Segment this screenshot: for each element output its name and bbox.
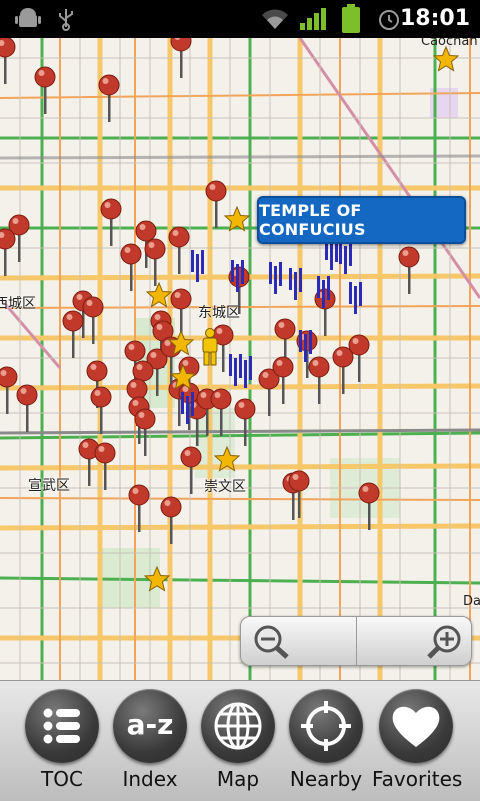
map-pin[interactable] bbox=[94, 442, 116, 490]
nav-nearby-button[interactable]: Nearby bbox=[282, 687, 370, 797]
map-pin[interactable] bbox=[34, 66, 56, 114]
map-pin[interactable] bbox=[168, 226, 190, 274]
map-pin[interactable] bbox=[128, 484, 150, 532]
map-pin[interactable] bbox=[170, 38, 192, 78]
sight-star-marker[interactable] bbox=[144, 566, 170, 592]
sight-star-marker[interactable] bbox=[433, 46, 459, 72]
map-pin[interactable] bbox=[234, 398, 256, 446]
map-pin[interactable] bbox=[90, 386, 112, 434]
place-label-da: Da bbox=[463, 594, 480, 609]
current-location-person-icon[interactable] bbox=[198, 328, 222, 366]
district-label-chongwen: 崇文区 bbox=[204, 479, 246, 495]
map-pin[interactable] bbox=[144, 238, 166, 286]
list-icon bbox=[43, 708, 80, 744]
restaurant-fork-marker[interactable] bbox=[180, 392, 198, 426]
clock: 18:01 bbox=[399, 6, 470, 31]
nav-toc-button[interactable]: TOC bbox=[18, 687, 106, 797]
nav-favorites-label: Favorites bbox=[372, 767, 463, 791]
android-debug-icon bbox=[15, 8, 41, 27]
nav-index-label: Index bbox=[122, 767, 178, 791]
map-pin[interactable] bbox=[398, 246, 420, 294]
bottom-nav: TOC a-z Index Map Nearby Favorites bbox=[0, 680, 480, 801]
restaurant-fork-marker[interactable] bbox=[338, 242, 356, 276]
crosshair-icon bbox=[301, 701, 351, 751]
map-pin[interactable] bbox=[210, 388, 232, 436]
battery-icon bbox=[342, 4, 360, 33]
globe-icon bbox=[214, 702, 262, 750]
map-pin[interactable] bbox=[0, 228, 16, 276]
map-pin[interactable] bbox=[288, 470, 310, 518]
signal-icon bbox=[300, 8, 326, 30]
restaurant-fork-marker[interactable] bbox=[238, 356, 256, 390]
map-pin[interactable] bbox=[358, 482, 380, 530]
alarm-icon bbox=[379, 10, 399, 30]
map-pin[interactable] bbox=[0, 38, 16, 84]
restaurant-fork-marker[interactable] bbox=[298, 330, 316, 364]
map-pin[interactable] bbox=[82, 296, 104, 344]
map-pin[interactable] bbox=[100, 198, 122, 246]
sight-star-marker[interactable] bbox=[146, 282, 172, 308]
nav-toc-label: TOC bbox=[41, 767, 83, 791]
zoom-in-icon bbox=[427, 625, 461, 659]
az-icon: a-z bbox=[127, 708, 174, 741]
map-pin[interactable] bbox=[134, 408, 156, 456]
restaurant-fork-marker[interactable] bbox=[316, 276, 334, 310]
sight-star-marker[interactable] bbox=[224, 206, 250, 232]
nav-favorites-button[interactable]: Favorites bbox=[372, 687, 463, 797]
map-pin[interactable] bbox=[348, 334, 370, 382]
sight-star-marker[interactable] bbox=[214, 446, 240, 472]
restaurant-fork-marker[interactable] bbox=[230, 260, 248, 294]
restaurant-fork-marker[interactable] bbox=[348, 282, 366, 316]
nav-map-button[interactable]: Map bbox=[194, 687, 282, 797]
district-label-xuanwu: 宣武区 bbox=[28, 478, 70, 494]
zoom-out-button[interactable] bbox=[241, 617, 356, 665]
usb-icon bbox=[59, 9, 73, 31]
map-pin[interactable] bbox=[62, 310, 84, 358]
zoom-control bbox=[240, 616, 472, 666]
sight-star-marker[interactable] bbox=[168, 330, 194, 356]
nav-nearby-label: Nearby bbox=[289, 767, 363, 791]
restaurant-fork-marker[interactable] bbox=[288, 268, 306, 302]
status-bar: 18:01 bbox=[0, 0, 480, 38]
map-pin[interactable] bbox=[16, 384, 38, 432]
nav-map-label: Map bbox=[216, 767, 260, 791]
heart-icon bbox=[392, 706, 440, 747]
map-pin[interactable] bbox=[120, 243, 142, 291]
zoom-in-button[interactable] bbox=[356, 617, 472, 665]
map-pin[interactable] bbox=[160, 496, 182, 544]
zoom-out-icon bbox=[254, 625, 289, 659]
map-pin[interactable] bbox=[272, 356, 294, 404]
poi-callout-temple-of-confucius[interactable]: TEMPLE OF CONFUCIUS bbox=[257, 196, 466, 244]
svg-text:a-z: a-z bbox=[127, 708, 174, 741]
map-pin[interactable] bbox=[98, 74, 120, 122]
restaurant-fork-marker[interactable] bbox=[268, 262, 286, 296]
nav-index-button[interactable]: a-z Index bbox=[106, 687, 194, 797]
restaurant-fork-marker[interactable] bbox=[190, 250, 208, 284]
sight-star-marker[interactable] bbox=[170, 364, 196, 390]
district-label-xicheng: 西城区 bbox=[0, 296, 36, 312]
map-pin[interactable] bbox=[180, 446, 202, 494]
wifi-icon bbox=[262, 9, 288, 29]
map-view[interactable]: 东城区 宣武区 崇文区 西城区 Caochan Da TEMPLE OF CON… bbox=[0, 38, 480, 680]
